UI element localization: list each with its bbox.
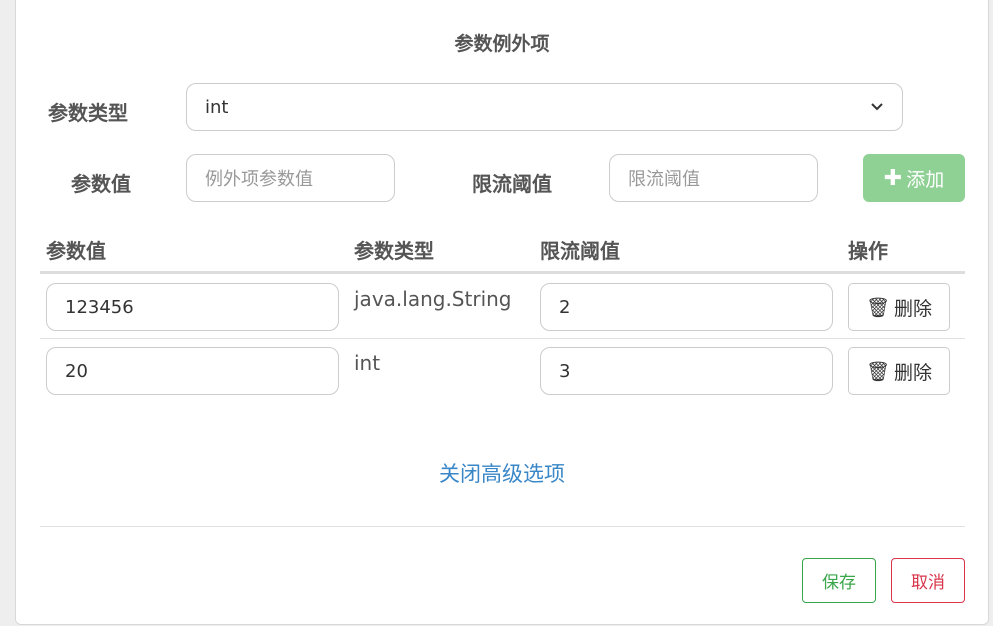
param-type-value: int <box>205 96 229 118</box>
dialog-panel: 参数例外项 参数类型 int 参数值 例外项参数值 限流阈值 限流阈值 ✚ 添加… <box>15 0 989 625</box>
footer-divider <box>40 526 965 527</box>
param-value-placeholder: 例外项参数值 <box>205 169 313 190</box>
add-label: 添加 <box>906 168 945 191</box>
header-threshold: 限流阈值 <box>540 239 620 263</box>
delete-label: 删除 <box>894 297 933 320</box>
param-type-label: 参数类型 <box>48 101 128 125</box>
threshold-input[interactable]: 限流阈值 <box>609 154 818 202</box>
row-threshold: 3 <box>559 360 571 382</box>
threshold-label: 限流阈值 <box>472 172 552 196</box>
close-advanced-link[interactable]: 关闭高级选项 <box>16 458 988 488</box>
row-value: 123456 <box>65 296 134 318</box>
dialog-title: 参数例外项 <box>454 33 550 55</box>
trash-icon: 🗑 <box>865 296 891 319</box>
threshold-placeholder: 限流阈值 <box>628 169 700 190</box>
cancel-button[interactable]: 取消 <box>891 558 965 603</box>
param-value-input[interactable]: 例外项参数值 <box>186 154 395 202</box>
header-divider <box>40 271 965 274</box>
row-type: java.lang.String <box>354 287 512 311</box>
row-value-input[interactable]: 123456 <box>46 283 339 331</box>
row-value-input[interactable]: 20 <box>46 347 339 395</box>
row-threshold: 2 <box>559 296 571 318</box>
trash-icon: 🗑 <box>865 360 891 383</box>
chevron-down-icon <box>871 103 883 111</box>
param-type-select[interactable]: int <box>186 83 903 131</box>
param-value-label: 参数值 <box>71 172 131 196</box>
header-param-type: 参数类型 <box>354 239 434 263</box>
delete-button[interactable]: 🗑 删除 <box>848 347 950 395</box>
plus-icon: ✚ <box>883 165 903 191</box>
row-threshold-input[interactable]: 2 <box>540 283 833 331</box>
delete-button[interactable]: 🗑 删除 <box>848 283 950 331</box>
row-divider <box>40 338 965 339</box>
row-threshold-input[interactable]: 3 <box>540 347 833 395</box>
row-type: int <box>354 351 381 375</box>
header-action: 操作 <box>848 239 888 263</box>
row-value: 20 <box>65 360 88 382</box>
header-param-value: 参数值 <box>46 239 106 263</box>
save-button[interactable]: 保存 <box>802 558 876 603</box>
add-button[interactable]: ✚ 添加 <box>863 154 965 202</box>
delete-label: 删除 <box>894 361 933 384</box>
